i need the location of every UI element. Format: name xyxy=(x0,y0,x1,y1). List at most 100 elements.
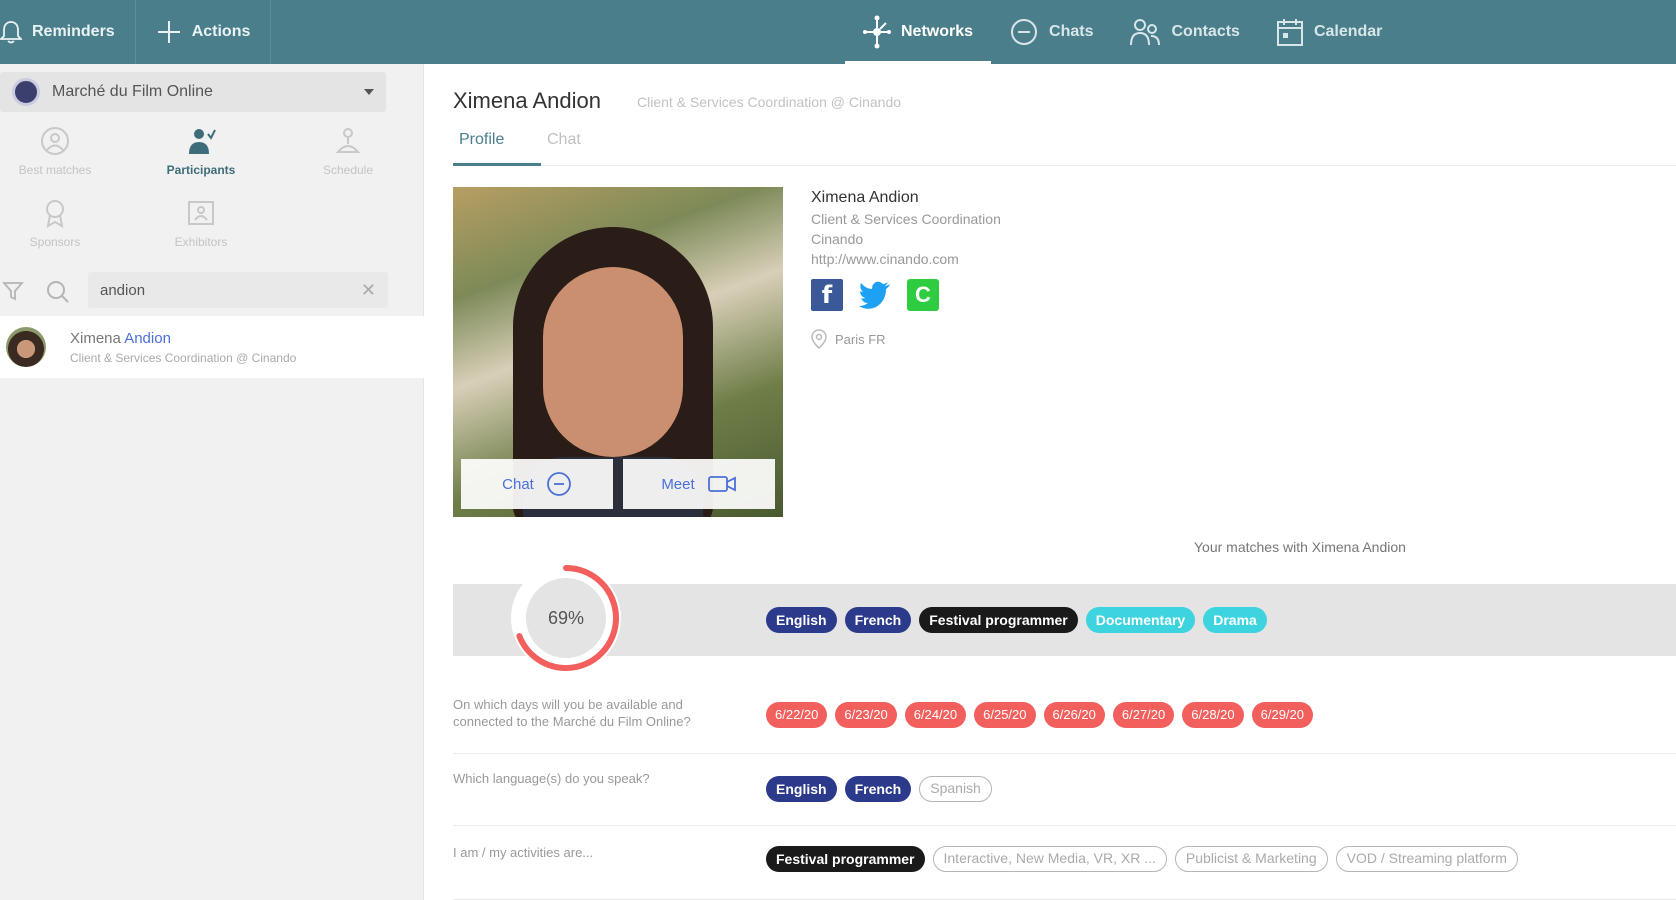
search-input[interactable] xyxy=(100,281,361,299)
info-website-link[interactable]: http://www.cinando.com xyxy=(811,251,1001,267)
list-item[interactable]: Ximena Andion Client & Services Coordina… xyxy=(0,316,424,378)
matches-title: Your matches with Ximena Andion xyxy=(1194,539,1406,555)
nav-contacts[interactable]: Contacts xyxy=(1111,0,1257,64)
chat-button-label: Chat xyxy=(502,475,534,493)
tab-best-matches[interactable]: Best matches xyxy=(0,126,120,177)
tag-chip: 6/27/20 xyxy=(1112,702,1175,728)
event-logo xyxy=(12,78,40,106)
user-circle-icon xyxy=(0,126,120,159)
tab-participants[interactable]: Participants xyxy=(136,126,266,177)
reminders-button[interactable]: Reminders xyxy=(0,0,136,64)
location: Paris FR xyxy=(811,329,1001,349)
chat-icon xyxy=(546,471,572,497)
location-text: Paris FR xyxy=(835,331,886,347)
tag-chip: Interactive, New Media, VR, XR ... xyxy=(932,846,1167,872)
participant-icon xyxy=(136,126,266,159)
nav-networks-label: Networks xyxy=(901,23,974,40)
bell-icon xyxy=(0,20,22,44)
tab-participants-label: Participants xyxy=(166,163,236,177)
tag-chip: Festival programmer xyxy=(919,607,1078,633)
profile-main: Ximena Andion Client & Services Coordina… xyxy=(424,64,1676,900)
chat-button[interactable]: Chat xyxy=(461,459,613,509)
search-row: ✕ xyxy=(0,268,424,312)
result-name: Ximena Andion xyxy=(70,330,296,347)
network-icon xyxy=(863,15,891,49)
tab-profile[interactable]: Profile xyxy=(453,130,541,166)
exhibitor-icon xyxy=(136,198,266,231)
nav-contacts-label: Contacts xyxy=(1171,23,1240,40)
video-icon xyxy=(707,474,737,494)
filter-icon[interactable] xyxy=(2,280,24,307)
schedule-icon xyxy=(283,126,413,159)
tag-chip: French xyxy=(844,607,912,633)
tag-chip: Documentary xyxy=(1085,607,1196,633)
avatar xyxy=(6,327,46,367)
social-links: f C xyxy=(811,279,1001,311)
reminders-label: Reminders xyxy=(32,23,115,40)
meet-button[interactable]: Meet xyxy=(623,459,775,509)
tag-chip: French xyxy=(844,776,912,802)
profile-info: Ximena Andion Client & Services Coordina… xyxy=(811,189,1001,349)
photo-actions: Chat Meet xyxy=(461,459,775,509)
chevron-down-icon xyxy=(364,89,374,95)
question-row-activities: I am / my activities are... Festival pro… xyxy=(453,826,1676,900)
info-role: Client & Services Coordination xyxy=(811,211,1001,227)
event-selector[interactable]: Marché du Film Online xyxy=(0,72,386,112)
page-subtitle: Client & Services Coordination @ Cinando xyxy=(637,94,902,110)
tab-exhibitors-label: Exhibitors xyxy=(174,235,228,249)
tag-chip: 6/23/20 xyxy=(835,702,897,728)
tab-best-matches-label: Best matches xyxy=(18,163,92,177)
tag-chip: Spanish xyxy=(919,776,992,802)
facebook-icon[interactable]: f xyxy=(811,279,843,311)
search-box: ✕ xyxy=(88,272,388,308)
tag-chip: 6/29/20 xyxy=(1251,702,1313,728)
nav-calendar[interactable]: Calendar xyxy=(1258,0,1400,64)
question-row-languages: Which language(s) do you speak? English F… xyxy=(453,754,1676,826)
chat-icon xyxy=(1009,17,1039,47)
actions-button[interactable]: Actions xyxy=(136,0,272,64)
question-text: I am / my activities are... xyxy=(453,845,594,860)
actions-label: Actions xyxy=(191,23,251,40)
tag-chip: Festival programmer xyxy=(766,846,925,872)
match-tags: English French Festival programmer Document… xyxy=(766,607,1267,633)
sidebar: Marché du Film Online Best matches Parti… xyxy=(0,64,424,900)
main-nav: Networks Chats Contacts Calendar xyxy=(845,0,1400,64)
tab-schedule[interactable]: Schedule xyxy=(283,126,413,177)
tag-chip: Drama xyxy=(1203,607,1267,633)
tab-exhibitors[interactable]: Exhibitors xyxy=(136,198,266,249)
tag-chip: 6/22/20 xyxy=(766,702,828,728)
tag-chip: Publicist & Marketing xyxy=(1174,846,1328,872)
plus-icon xyxy=(156,19,182,45)
contacts-icon xyxy=(1129,17,1161,47)
profile-tabs: Profile Chat xyxy=(453,130,1676,166)
question-row-days: On which days will you be available and … xyxy=(453,684,1676,754)
search-icon[interactable] xyxy=(46,280,70,309)
nav-calendar-label: Calendar xyxy=(1313,23,1383,40)
calendar-icon xyxy=(1276,17,1304,47)
result-subtitle: Client & Services Coordination @ Cinando xyxy=(70,350,297,365)
event-name: Marché du Film Online xyxy=(52,83,213,100)
answer-tags: 6/22/20 6/23/20 6/24/20 6/25/20 6/26/20 6/27/… xyxy=(766,702,1313,728)
nav-chats[interactable]: Chats xyxy=(991,0,1111,64)
answer-tags: Festival programmer Interactive, New Medi… xyxy=(766,846,1518,872)
tab-schedule-label: Schedule xyxy=(322,163,374,177)
tag-chip: 6/26/20 xyxy=(1043,702,1105,728)
nav-networks[interactable]: Networks xyxy=(845,0,992,64)
twitter-icon[interactable] xyxy=(859,279,891,311)
award-icon xyxy=(0,198,120,231)
location-pin-icon xyxy=(811,329,827,349)
answer-tags: English French Spanish xyxy=(766,776,992,802)
tab-chat[interactable]: Chat xyxy=(541,130,629,166)
tag-chip: 6/24/20 xyxy=(904,702,967,728)
info-company: Cinando xyxy=(811,231,864,247)
tag-chip: 6/28/20 xyxy=(1182,702,1244,728)
cinando-icon[interactable]: C xyxy=(907,279,939,311)
top-bar: Reminders Actions Networks Chats Contact… xyxy=(0,0,1676,64)
tab-sponsors[interactable]: Sponsors xyxy=(0,198,120,249)
match-score: 69% xyxy=(547,607,585,628)
clear-search-icon[interactable]: ✕ xyxy=(361,280,376,301)
photo-face xyxy=(543,267,683,457)
result-name-highlight: Andion xyxy=(124,329,171,347)
top-bar-left: Reminders Actions xyxy=(0,0,272,64)
nav-chats-label: Chats xyxy=(1049,23,1094,40)
